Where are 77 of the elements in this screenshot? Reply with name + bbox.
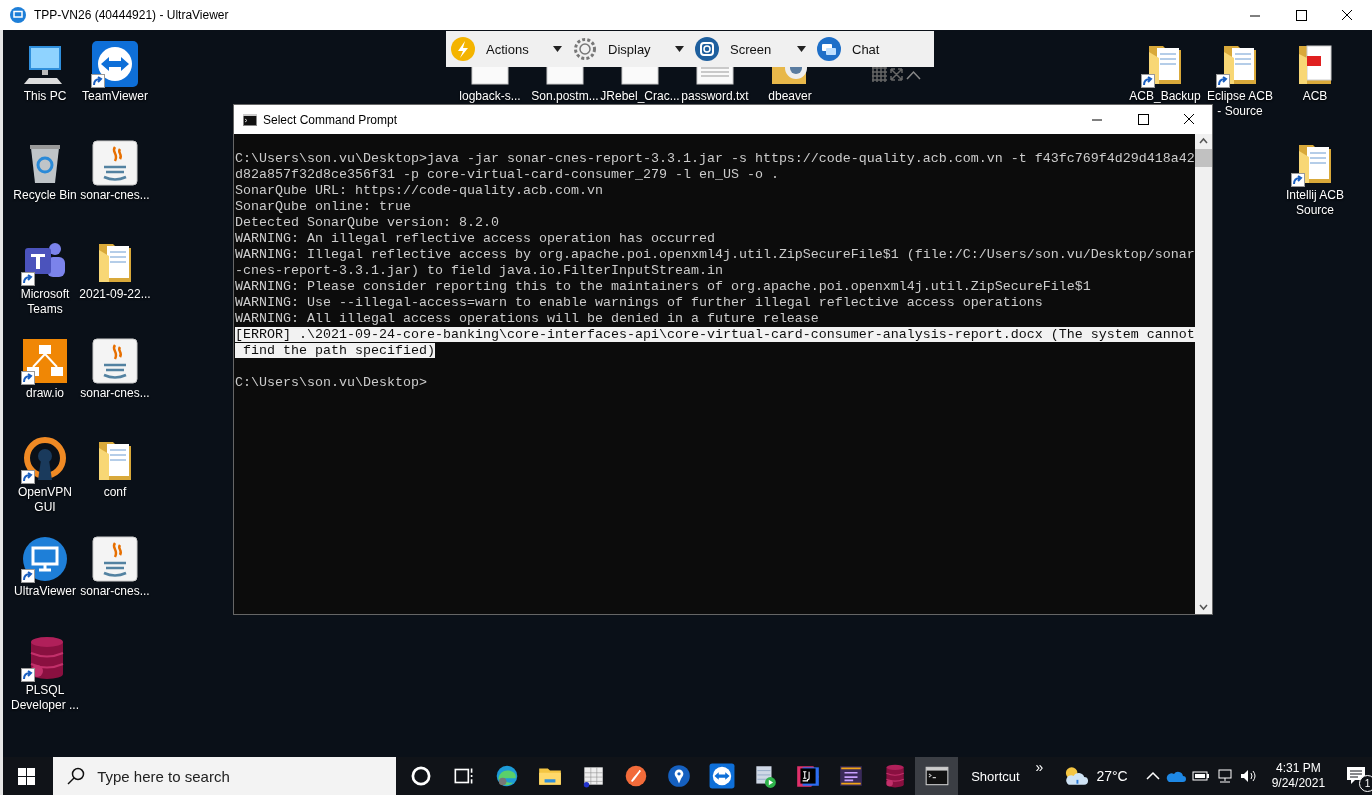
clock-date: 9/24/2021 [1271, 776, 1326, 791]
toolbar-button[interactable]: Chat [812, 32, 880, 66]
console-line: WARNING: Illegal reflective access by org.apache.poi.openxml4j.util.ZipSecureFile$1 (file:/C:/Users/son.vu/Desktop/sonar [235, 247, 1195, 262]
icon-label[interactable]: OpenVPN GUI [9, 485, 81, 515]
taskbar-app[interactable] [915, 757, 959, 795]
icon-label[interactable]: 2021-09-22... [79, 287, 151, 302]
caret-icon[interactable] [797, 46, 806, 52]
console-line: WARNING: Use --illegal-access=warn to enable warnings of further illegal reflective access operations [235, 295, 1043, 310]
search-icon [67, 767, 86, 785]
icon-label[interactable]: sonar-cnes... [80, 188, 150, 203]
icon-label[interactable]: TeamViewer [82, 89, 148, 104]
icon-label[interactable]: logback-s... [459, 89, 521, 104]
scrollbar[interactable] [1195, 134, 1212, 614]
network-icon[interactable] [1215, 769, 1234, 783]
icon-label[interactable]: Intellij ACB Source [1279, 188, 1351, 218]
icon-label[interactable]: conf [103, 485, 127, 500]
camera-icon [694, 36, 720, 62]
notification-badge: 1 [1359, 775, 1372, 792]
speaker-icon[interactable] [1239, 769, 1258, 783]
toolbar-button[interactable]: Display [568, 32, 651, 66]
console-line: WARNING: All illegal access operations will be denied in a future release [235, 311, 819, 326]
coffee-cup-icon[interactable] [91, 139, 139, 187]
icon-label[interactable]: draw.io [26, 386, 64, 401]
more-button[interactable]: » [1035, 759, 1044, 775]
icon-label[interactable]: dbeaver [768, 89, 812, 104]
console-line: WARNING: Please consider reporting this to the maintainers of org.apache.poi.openxml4j.util.ZipSecureFile$1 [235, 279, 1091, 294]
toolbar-button[interactable]: Screen [690, 32, 772, 66]
map-pin-icon [665, 763, 692, 789]
coffee-cup-icon[interactable] [91, 535, 139, 583]
icon-label[interactable]: sonar-cnes... [80, 386, 150, 401]
caret-icon[interactable] [675, 46, 684, 52]
gear-icon [572, 36, 598, 62]
caret-icon[interactable] [553, 46, 562, 52]
clock[interactable]: 4:31 PM 9/24/2021 [1271, 761, 1326, 791]
icon-label[interactable]: UltraViewer [14, 584, 76, 599]
monitor-icon [10, 7, 26, 23]
flowchart-icon[interactable] [21, 337, 69, 385]
terminal-icon [243, 113, 257, 126]
icon-label[interactable]: This PC [23, 89, 67, 104]
console-line: -cnes-report-3.3.1.jar) to field java.io.FilterInputStream.in [235, 263, 723, 278]
icon-label[interactable]: Eclipse ACB - Source [1204, 89, 1276, 119]
window-title: TPP-VN26 (40444921) - UltraViewer [34, 8, 229, 22]
window-title: Select Command Prompt [263, 112, 398, 127]
windows-logo-icon[interactable] [17, 767, 35, 785]
grid-icon[interactable] [872, 67, 887, 82]
console-line: WARNING: An illegal reflective access operation has occurred [235, 231, 715, 246]
console-line: d82a857f32d8ce356f31 -p core-virtual-card-consumer_279 -l en_US -o . [235, 167, 779, 182]
command-prompt[interactable]: C:\Users\son.vu\Desktop> [235, 375, 427, 390]
console-line: Detected SonarQube version: 8.2.0 [235, 215, 499, 230]
console-line: C:\Users\son.vu\Desktop>java -jar sonar-cnes-report-3.3.1.jar -s https://code-quality.acb.com.vn -t f43fc769f4d29d418a42 [235, 151, 1195, 166]
chat-icon [816, 36, 842, 62]
icon-label[interactable]: Son.postm... [531, 89, 599, 104]
weather-icon[interactable] [1063, 765, 1089, 787]
toolbar-label[interactable]: Shortcut [971, 768, 1020, 784]
clock-time: 4:31 PM [1276, 761, 1321, 776]
console-line: SonarQube online: true [235, 199, 411, 214]
icon-label[interactable]: Recycle Bin [13, 188, 77, 203]
scrollbar-thumb[interactable] [1195, 149, 1212, 167]
search-field[interactable]: Type here to search [53, 757, 397, 795]
monitor-icon[interactable] [21, 535, 69, 583]
icon-label[interactable]: ACB [1302, 89, 1328, 104]
icon-label[interactable]: ACB_Backup [1129, 89, 1201, 104]
ide-icon [837, 763, 864, 789]
icon-label[interactable]: password.txt [681, 89, 749, 104]
icon-label[interactable]: JRebel_Crac... [600, 89, 680, 104]
toolbar-button[interactable]: Actions [446, 32, 529, 66]
expand-icon[interactable] [890, 68, 903, 81]
battery-icon[interactable] [1191, 769, 1210, 783]
icon-label[interactable]: PLSQL Developer ... [9, 683, 81, 713]
console-line: SonarQube URL: https://code-quality.acb.com.vn [235, 183, 603, 198]
ide-icon [794, 763, 821, 789]
coffee-cup-icon[interactable] [91, 337, 139, 385]
lightning-icon [450, 36, 476, 62]
icon-label[interactable]: sonar-cnes... [80, 584, 150, 599]
cloud-icon[interactable] [1165, 769, 1186, 783]
icon-label[interactable]: Microsoft Teams [9, 287, 81, 317]
temperature[interactable]: 27°C [1096, 768, 1128, 784]
